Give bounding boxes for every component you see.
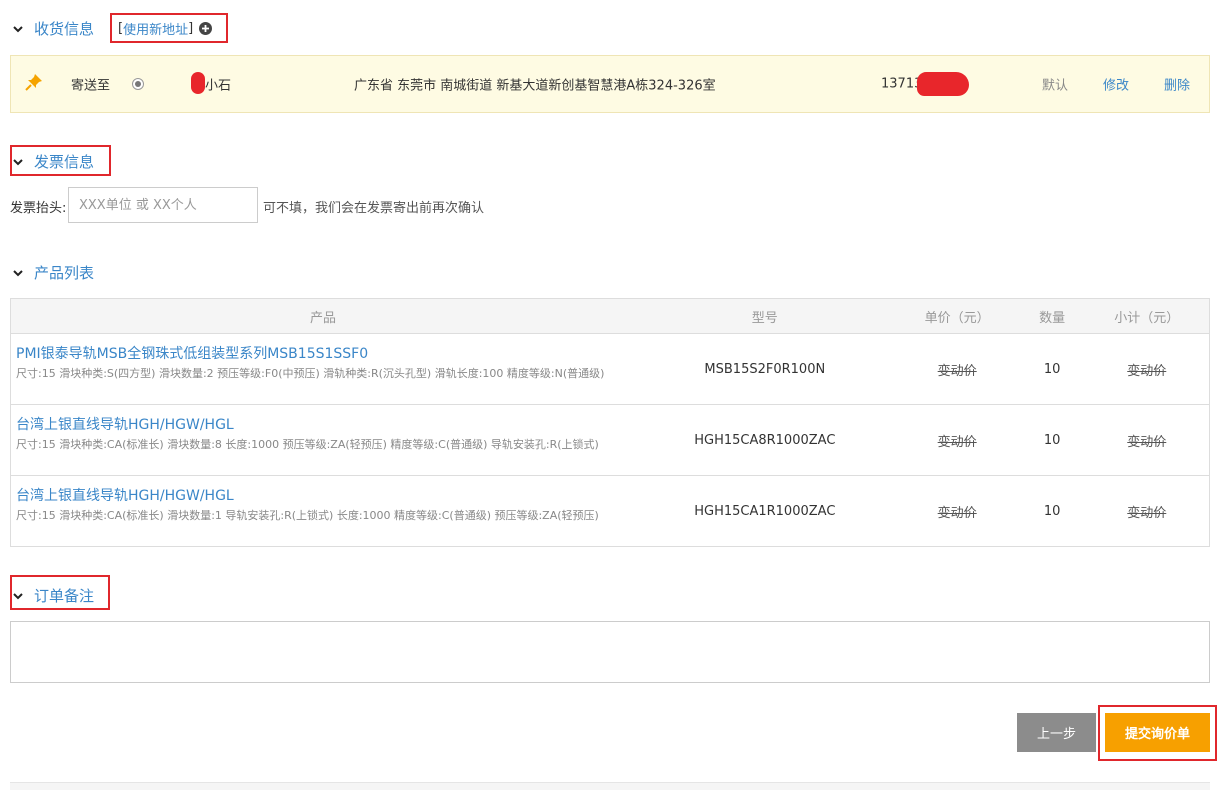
delete-address-link[interactable]: 删除 — [1164, 75, 1190, 94]
subtotal-cell: 变动价 — [1084, 333, 1210, 405]
column-header-qty: 数量 — [1019, 298, 1085, 334]
table-header-row: 产品 型号 单价（元） 数量 小计（元） — [10, 298, 1210, 334]
default-address-label: 默认 — [1042, 78, 1069, 94]
address-text: 广东省 东莞市 南城街道 新基大道新创基智慧港A栋324-326室 — [354, 78, 716, 94]
address-row[interactable]: 寄送至 小石 广东省 东莞市 南城街道 新基大道新创基智慧港A栋324-326室… — [10, 55, 1210, 113]
highlight-box — [1098, 705, 1217, 761]
unit-price: 变动价 — [937, 363, 977, 379]
qty-cell: 10 — [1019, 333, 1085, 405]
previous-step-button[interactable]: 上一步 — [1017, 713, 1096, 752]
column-header-unit-price: 单价（元） — [894, 298, 1020, 334]
redaction-mark — [917, 72, 969, 96]
qty-cell: 10 — [1043, 503, 1061, 519]
chevron-down-icon — [12, 23, 24, 35]
subtotal-cell: 变动价 — [1085, 476, 1210, 547]
chevron-down-icon — [12, 267, 24, 279]
subtotal: 变动价 — [1127, 363, 1167, 379]
model-cell: HGH15CA1R1000ZAC — [694, 503, 836, 519]
unit-price-cell: 变动价 — [894, 333, 1020, 405]
highlight-box — [10, 145, 111, 176]
qty-cell: 10 — [1019, 404, 1085, 476]
unit-price: 变动价 — [937, 434, 977, 450]
products-title: 产品列表 — [34, 264, 95, 282]
ship-to-label: 寄送至 — [71, 78, 111, 94]
products-section-header[interactable]: 产品列表 — [12, 262, 94, 283]
edit-address-link[interactable]: 修改 — [1103, 75, 1129, 94]
product-name-link[interactable]: PMI银泰导轨MSB全钢珠式低组装型系列MSB15S1SSF0 — [16, 343, 625, 363]
unit-price-cell: 变动价 — [894, 404, 1020, 476]
column-header-model: 型号 — [634, 298, 895, 334]
model-cell: MSB15S2F0R100N — [634, 333, 895, 405]
product-name-link[interactable]: 台湾上银直线导轨HGH/HGW/HGL — [16, 485, 625, 505]
model-cell: HGH15CA8R1000ZAC — [634, 404, 895, 476]
shipping-section-header[interactable]: 收货信息 — [12, 18, 94, 39]
highlight-box — [10, 575, 110, 610]
product-cell: 台湾上银直线导轨HGH/HGW/HGL 尺寸:15 滑块种类:CA(标准长) 滑… — [11, 476, 635, 547]
subtotal: 变动价 — [1127, 505, 1167, 521]
invoice-header-input[interactable] — [68, 187, 258, 223]
subtotal: 变动价 — [1127, 434, 1167, 450]
shipping-title: 收货信息 — [34, 20, 95, 38]
order-remarks-textarea[interactable] — [10, 621, 1210, 683]
product-table: 产品 型号 单价（元） 数量 小计（元） PMI银泰导轨MSB全钢珠式低组装型系… — [10, 298, 1210, 547]
bottom-panel — [10, 782, 1210, 790]
subtotal-cell: 变动价 — [1084, 404, 1210, 476]
column-header-subtotal: 小计（元） — [1084, 298, 1210, 334]
column-header-product: 产品 — [10, 298, 635, 334]
product-cell: PMI银泰导轨MSB全钢珠式低组装型系列MSB15S1SSF0 尺寸:15 滑块… — [10, 333, 635, 405]
table-row: 台湾上银直线导轨HGH/HGW/HGL 尺寸:15 滑块种类:CA(标准长) 滑… — [11, 476, 1210, 547]
product-name-link[interactable]: 台湾上银直线导轨HGH/HGW/HGL — [16, 414, 625, 434]
pin-icon — [25, 73, 43, 95]
product-spec: 尺寸:15 滑块种类:CA(标准长) 滑块数量:8 长度:1000 预压等级:Z… — [16, 438, 599, 451]
product-spec: 尺寸:15 滑块种类:CA(标准长) 滑块数量:1 导轨安装孔:R(上锁式) 长… — [16, 509, 599, 522]
address-radio[interactable] — [132, 78, 144, 90]
product-cell: 台湾上银直线导轨HGH/HGW/HGL 尺寸:15 滑块种类:CA(标准长) 滑… — [10, 404, 635, 476]
product-spec: 尺寸:15 滑块种类:S(四方型) 滑块数量:2 预压等级:F0(中预压) 滑轨… — [16, 367, 605, 380]
unit-price: 变动价 — [937, 505, 977, 521]
invoice-hint: 可不填，我们会在发票寄出前再次确认 — [263, 201, 485, 216]
table-row: PMI银泰导轨MSB全钢珠式低组装型系列MSB15S1SSF0 尺寸:15 滑块… — [10, 333, 1210, 405]
invoice-header-label: 发票抬头: — [10, 201, 67, 216]
table-row: 台湾上银直线导轨HGH/HGW/HGL 尺寸:15 滑块种类:CA(标准长) 滑… — [10, 404, 1210, 476]
redaction-mark — [191, 72, 205, 94]
unit-price-cell: 变动价 — [895, 476, 1020, 547]
highlight-box — [110, 13, 228, 43]
